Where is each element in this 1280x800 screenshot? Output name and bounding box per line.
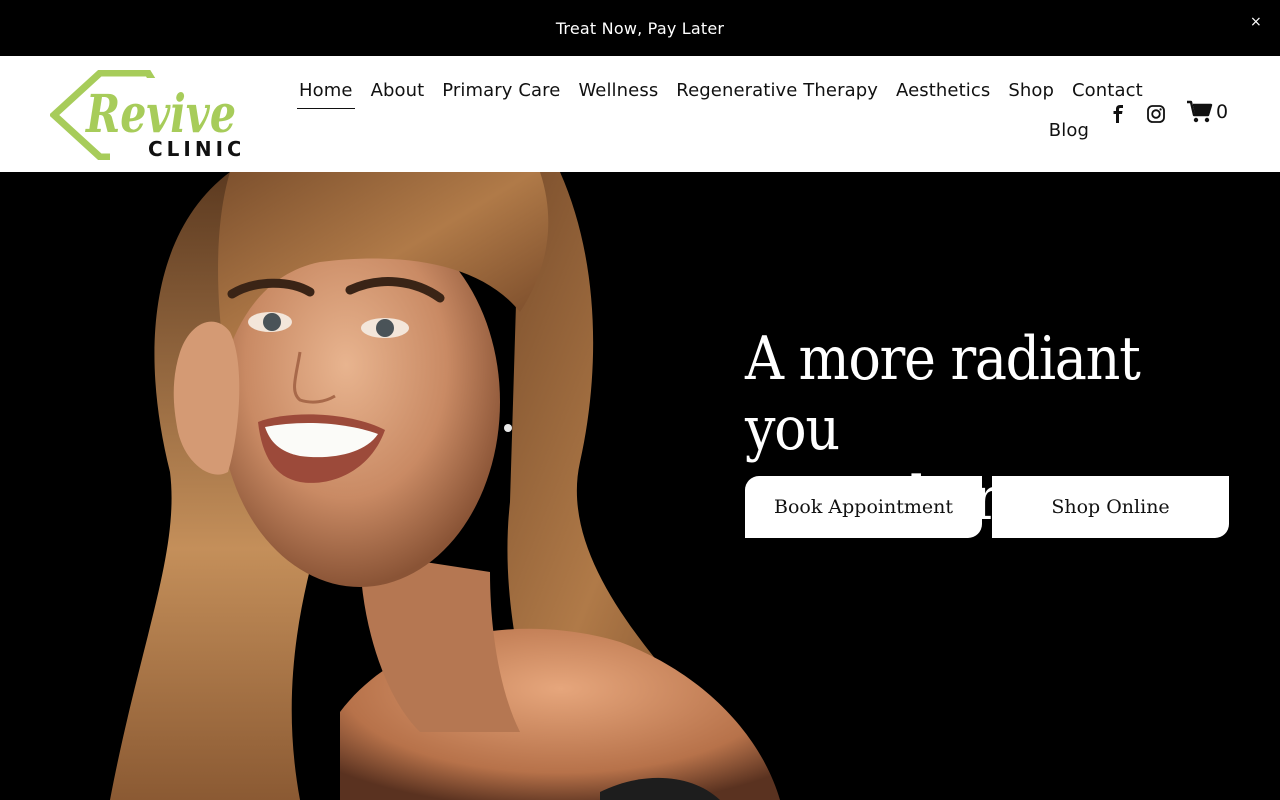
hero-headline-line-1: A more radiant you <box>745 324 1141 464</box>
nav-contact[interactable]: Contact <box>1063 78 1152 103</box>
site-header: Revive CLINIC Home About Primary Care We… <box>0 56 1280 172</box>
cart-count: 0 <box>1216 101 1229 123</box>
hero-photo-woman <box>0 172 780 800</box>
close-icon[interactable]: × <box>1248 14 1264 30</box>
nav-aesthetics[interactable]: Aesthetics <box>887 78 999 103</box>
hero-section: A more radiant you starts here. Book App… <box>0 172 1280 800</box>
announcement-text[interactable]: Treat Now, Pay Later <box>556 19 724 38</box>
book-appointment-button[interactable]: Book Appointment <box>745 476 982 538</box>
facebook-icon[interactable] <box>1108 104 1128 124</box>
nav-blog[interactable]: Blog <box>1040 118 1098 143</box>
instagram-icon[interactable] <box>1146 104 1166 124</box>
shop-online-button[interactable]: Shop Online <box>992 476 1229 538</box>
social-links <box>1108 104 1166 124</box>
logo-wordmark: Revive <box>84 84 236 145</box>
nav-about[interactable]: About <box>362 78 434 103</box>
nav-primary-care[interactable]: Primary Care <box>433 78 569 103</box>
announcement-bar: Treat Now, Pay Later × <box>0 0 1280 56</box>
cart-icon <box>1187 100 1213 123</box>
revive-clinic-logo[interactable]: Revive CLINIC <box>50 70 240 160</box>
logo-subtext: CLINIC <box>148 137 240 160</box>
nav-shop[interactable]: Shop <box>999 78 1063 103</box>
nav-home[interactable]: Home <box>290 78 362 109</box>
cart-button[interactable]: 0 <box>1186 100 1228 124</box>
nav-regenerative-therapy[interactable]: Regenerative Therapy <box>667 78 887 103</box>
nav-wellness[interactable]: Wellness <box>569 78 667 103</box>
main-nav: Home About Primary Care Wellness Regener… <box>290 78 1143 158</box>
